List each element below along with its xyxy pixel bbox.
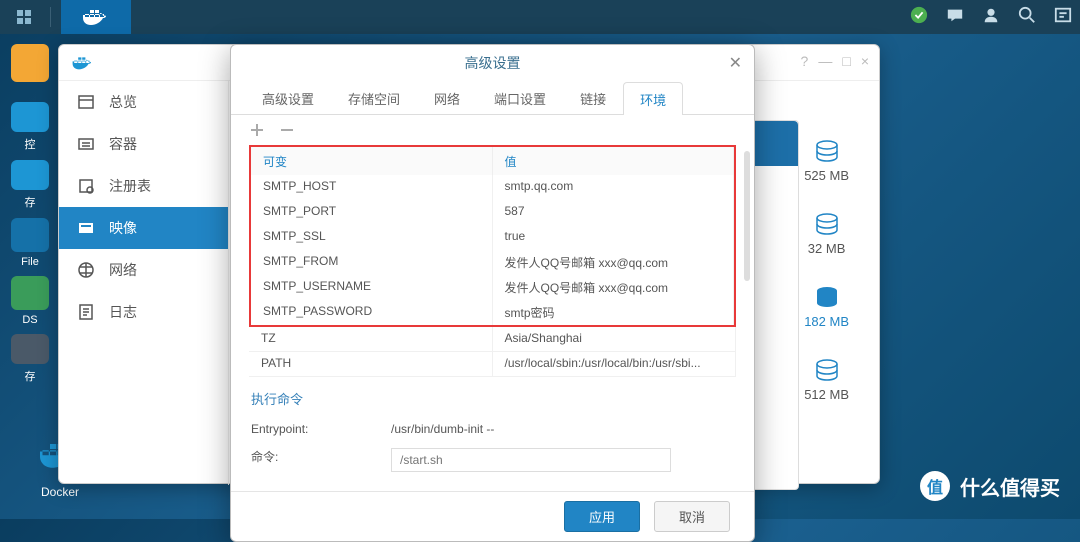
sidebar-item-label: 总览 bbox=[109, 92, 137, 112]
desktop-icon[interactable]: 存 bbox=[10, 334, 50, 384]
desktop-icons: 控 存 File DS 存 bbox=[10, 44, 50, 392]
storage-item[interactable]: 32 MB bbox=[804, 213, 849, 256]
search-icon[interactable] bbox=[1018, 6, 1036, 29]
watermark: 值 什么值得买 bbox=[920, 471, 1060, 501]
cloud-status-icon[interactable] bbox=[910, 6, 928, 29]
sidebar: 总览 容器 注册表 映像 网络 日志 bbox=[59, 81, 229, 485]
storage-item[interactable]: 525 MB bbox=[804, 140, 849, 183]
minimize-icon[interactable]: — bbox=[818, 53, 832, 69]
sidebar-item-container[interactable]: 容器 bbox=[59, 123, 228, 165]
apply-button[interactable]: 应用 bbox=[564, 501, 640, 532]
cancel-button[interactable]: 取消 bbox=[654, 501, 730, 532]
env-row[interactable]: PATH/usr/local/sbin:/usr/local/bin:/usr/… bbox=[249, 352, 736, 377]
command-label: 命令: bbox=[251, 448, 391, 472]
help-icon[interactable]: ? bbox=[801, 53, 809, 69]
sidebar-item-registry[interactable]: 注册表 bbox=[59, 165, 228, 207]
storage-column: 525 MB 32 MB 182 MB 512 MB bbox=[804, 140, 849, 402]
exec-command-title: 执行命令 bbox=[231, 377, 754, 416]
sidebar-item-label: 网络 bbox=[109, 260, 137, 280]
modal-title: 高级设置 bbox=[231, 45, 754, 81]
storage-item[interactable]: 512 MB bbox=[804, 359, 849, 402]
remove-icon[interactable] bbox=[279, 122, 295, 138]
tab-volume[interactable]: 存储空间 bbox=[331, 81, 417, 114]
storage-item[interactable]: 182 MB bbox=[804, 286, 849, 329]
taskbar bbox=[0, 0, 1080, 34]
tab-network[interactable]: 网络 bbox=[417, 81, 477, 114]
entrypoint-value: /usr/bin/dumb-init -- bbox=[391, 422, 734, 436]
command-input[interactable] bbox=[391, 448, 671, 472]
desktop-icon[interactable] bbox=[10, 44, 50, 94]
env-row[interactable]: SMTP_PORT587 bbox=[251, 200, 734, 225]
env-table: 可变 值 SMTP_HOSTsmtp.qq.com SMTP_PORT587 S… bbox=[249, 145, 736, 327]
docker-tab[interactable] bbox=[61, 0, 131, 34]
maximize-icon[interactable]: □ bbox=[842, 53, 850, 69]
tab-advanced[interactable]: 高级设置 bbox=[245, 81, 331, 114]
sidebar-item-label: 日志 bbox=[109, 302, 137, 322]
desktop-icon[interactable]: 存 bbox=[10, 160, 50, 210]
close-icon[interactable]: × bbox=[861, 53, 869, 69]
env-row[interactable]: SMTP_USERNAME发件人QQ号邮箱 xxx@qq.com bbox=[251, 275, 734, 300]
watermark-badge-icon: 值 bbox=[920, 471, 950, 501]
apps-grid-icon[interactable] bbox=[8, 5, 40, 29]
sidebar-item-overview[interactable]: 总览 bbox=[59, 81, 228, 123]
add-icon[interactable] bbox=[249, 122, 265, 138]
tab-environment[interactable]: 环境 bbox=[623, 82, 683, 115]
sidebar-item-label: 注册表 bbox=[109, 176, 151, 196]
sidebar-item-image[interactable]: 映像 bbox=[59, 207, 228, 249]
modal-tabs: 高级设置 存储空间 网络 端口设置 链接 环境 bbox=[231, 81, 754, 115]
desktop-icon[interactable]: 控 bbox=[10, 102, 50, 152]
sidebar-item-label: 映像 bbox=[109, 218, 137, 238]
entrypoint-label: Entrypoint: bbox=[251, 422, 391, 436]
user-icon[interactable] bbox=[982, 6, 1000, 29]
sidebar-item-label: 容器 bbox=[109, 134, 137, 154]
env-header-key: 可变 bbox=[251, 147, 493, 175]
desktop-icon[interactable]: File bbox=[10, 218, 50, 268]
scrollbar[interactable] bbox=[744, 151, 750, 281]
desktop-icon[interactable]: DS bbox=[10, 276, 50, 326]
window-controls: ? — □ × bbox=[801, 53, 869, 69]
sidebar-item-log[interactable]: 日志 bbox=[59, 291, 228, 333]
env-row[interactable]: SMTP_PASSWORDsmtp密码 bbox=[251, 300, 734, 325]
chat-icon[interactable] bbox=[946, 6, 964, 29]
env-row[interactable]: SMTP_FROM发件人QQ号邮箱 xxx@qq.com bbox=[251, 250, 734, 275]
modal-close-icon[interactable]: ✕ bbox=[729, 53, 742, 73]
env-row[interactable]: TZAsia/Shanghai bbox=[249, 327, 736, 352]
advanced-settings-modal: 高级设置 ✕ 高级设置 存储空间 网络 端口设置 链接 环境 可变 值 SMTP… bbox=[230, 44, 755, 542]
sidebar-item-network[interactable]: 网络 bbox=[59, 249, 228, 291]
widget-icon[interactable] bbox=[1054, 6, 1072, 29]
tab-links[interactable]: 链接 bbox=[563, 81, 623, 114]
env-header-value: 值 bbox=[493, 147, 735, 175]
tab-port[interactable]: 端口设置 bbox=[477, 81, 563, 114]
env-row[interactable]: SMTP_SSLtrue bbox=[251, 225, 734, 250]
env-row[interactable]: SMTP_HOSTsmtp.qq.com bbox=[251, 175, 734, 200]
